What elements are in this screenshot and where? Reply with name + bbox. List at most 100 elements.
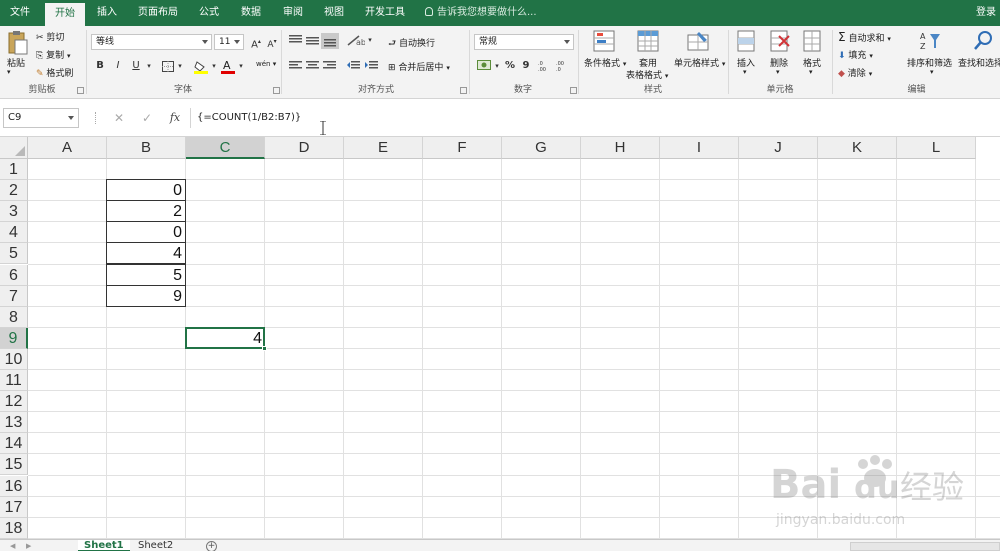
row-header-6[interactable]: 6 bbox=[0, 264, 28, 286]
orientation-dropdown-icon[interactable]: ▾ bbox=[362, 32, 378, 48]
row-header-3[interactable]: 3 bbox=[0, 201, 28, 223]
cell-b7[interactable]: 9 bbox=[106, 284, 186, 307]
column-header-g[interactable]: G bbox=[502, 137, 581, 159]
italic-button[interactable]: I bbox=[110, 58, 126, 74]
number-format-select[interactable]: 常规 bbox=[474, 34, 574, 50]
sort-dropdown-icon[interactable]: ▾ bbox=[930, 68, 934, 76]
cancel-button[interactable]: ✕ bbox=[108, 108, 130, 128]
horizontal-scrollbar[interactable] bbox=[850, 542, 1000, 551]
row-header-16[interactable]: 16 bbox=[0, 475, 28, 497]
tell-me-search[interactable]: 告诉我您想要做什么... bbox=[425, 0, 537, 26]
insert-dropdown-icon[interactable]: ▾ bbox=[743, 68, 747, 76]
phonetic-button[interactable]: wén ▾ bbox=[256, 60, 276, 68]
cell-b4[interactable]: 0 bbox=[106, 221, 186, 244]
font-launcher-icon[interactable] bbox=[273, 87, 280, 94]
tab-home[interactable]: 开始 bbox=[45, 3, 85, 26]
increase-decimal-icon[interactable]: .0.00 bbox=[538, 60, 552, 71]
percent-button[interactable]: % bbox=[502, 58, 518, 74]
formula-input[interactable]: {=COUNT(1/B2:B7)} bbox=[190, 108, 998, 128]
font-name-select[interactable]: 等线 bbox=[91, 34, 212, 50]
column-header-k[interactable]: K bbox=[818, 137, 897, 159]
conditional-format-button[interactable]: 条件格式 ▾ bbox=[584, 56, 626, 69]
fill-color-dropdown-icon[interactable]: ▾ bbox=[206, 58, 222, 74]
grow-font-button[interactable]: A▴ bbox=[248, 34, 264, 50]
column-header-c[interactable]: C bbox=[186, 137, 265, 159]
row-header-11[interactable]: 11 bbox=[0, 370, 28, 392]
magnifier-icon[interactable] bbox=[972, 30, 994, 52]
align-top-icon[interactable] bbox=[289, 35, 302, 44]
insert-cells-icon[interactable] bbox=[737, 30, 757, 52]
select-all-button[interactable] bbox=[0, 137, 28, 159]
enter-button[interactable]: ✓ bbox=[136, 108, 158, 128]
tab-developer[interactable]: 开发工具 bbox=[361, 0, 409, 26]
row-header-13[interactable]: 13 bbox=[0, 412, 28, 434]
decrease-decimal-icon[interactable]: .00.0 bbox=[556, 60, 570, 71]
row-header-12[interactable]: 12 bbox=[0, 391, 28, 413]
sort-filter-icon[interactable]: AZ bbox=[920, 30, 942, 52]
column-header-f[interactable]: F bbox=[423, 137, 502, 159]
insert-function-button[interactable]: fx bbox=[164, 108, 186, 128]
tab-file[interactable]: 文件 bbox=[6, 0, 34, 26]
increase-indent-icon[interactable] bbox=[365, 61, 378, 70]
column-header-i[interactable]: I bbox=[660, 137, 739, 159]
cell-b6[interactable]: 5 bbox=[106, 263, 186, 286]
merge-center-button[interactable]: ⊞ 合并后居中 ▾ bbox=[388, 60, 450, 73]
align-center-icon[interactable] bbox=[306, 61, 319, 70]
decrease-indent-icon[interactable] bbox=[347, 61, 360, 70]
align-middle-icon[interactable] bbox=[306, 37, 319, 46]
row-header-2[interactable]: 2 bbox=[0, 180, 28, 202]
tab-view[interactable]: 视图 bbox=[320, 0, 348, 26]
format-table-button[interactable]: 表格格式 ▾ bbox=[626, 68, 668, 81]
underline-dropdown-icon[interactable]: ▾ bbox=[141, 58, 157, 74]
cell-b5[interactable]: 4 bbox=[106, 242, 186, 265]
cut-button[interactable]: ✂ 剪切 bbox=[36, 30, 64, 43]
format-dropdown-icon[interactable]: ▾ bbox=[809, 68, 813, 76]
column-header-e[interactable]: E bbox=[344, 137, 423, 159]
comma-button[interactable]: 9 bbox=[518, 58, 534, 74]
add-sheet-icon[interactable]: + bbox=[206, 541, 217, 551]
alignment-launcher-icon[interactable] bbox=[460, 87, 467, 94]
number-launcher-icon[interactable] bbox=[570, 87, 577, 94]
delete-cells-icon[interactable] bbox=[770, 30, 790, 52]
tab-page-layout[interactable]: 页面布局 bbox=[135, 0, 181, 26]
tab-data[interactable]: 数据 bbox=[237, 0, 265, 26]
conditional-format-icon[interactable] bbox=[593, 30, 615, 52]
row-header-9[interactable]: 9 bbox=[0, 327, 28, 349]
align-right-icon[interactable] bbox=[323, 61, 336, 70]
row-header-8[interactable]: 8 bbox=[0, 306, 28, 328]
copy-button[interactable]: ⎘ 复制 ▾ bbox=[36, 48, 70, 61]
column-header-a[interactable]: A bbox=[28, 137, 107, 159]
align-bottom-icon[interactable] bbox=[321, 33, 339, 49]
column-header-j[interactable]: J bbox=[739, 137, 818, 159]
column-header-h[interactable]: H bbox=[581, 137, 660, 159]
align-left-icon[interactable] bbox=[289, 61, 302, 70]
splitter-handle[interactable] bbox=[95, 112, 98, 124]
cell-styles-icon[interactable] bbox=[687, 30, 709, 52]
column-header-l[interactable]: L bbox=[897, 137, 976, 159]
fill-button[interactable]: ⬇ 填充 ▾ bbox=[838, 48, 873, 61]
row-header-5[interactable]: 5 bbox=[0, 243, 28, 265]
wrap-text-button[interactable]: ⮐ 自动换行 bbox=[388, 36, 435, 52]
cell-b2[interactable]: 0 bbox=[106, 179, 186, 202]
column-header-d[interactable]: D bbox=[265, 137, 344, 159]
row-header-15[interactable]: 15 bbox=[0, 454, 28, 476]
cell-styles-button[interactable]: 单元格样式 ▾ bbox=[674, 56, 725, 69]
tab-insert[interactable]: 插入 bbox=[93, 0, 121, 26]
tab-review[interactable]: 审阅 bbox=[279, 0, 307, 26]
scroll-sheets-right-icon[interactable]: ▶ bbox=[20, 540, 37, 551]
delete-dropdown-icon[interactable]: ▾ bbox=[776, 68, 780, 76]
fill-handle[interactable] bbox=[262, 345, 267, 351]
login-button[interactable]: 登录 bbox=[976, 0, 996, 26]
borders-dropdown-icon[interactable]: ▾ bbox=[172, 58, 188, 74]
find-select-button[interactable]: 查找和选择 bbox=[958, 56, 1000, 69]
shrink-font-button[interactable]: A▾ bbox=[264, 34, 280, 50]
row-header-7[interactable]: 7 bbox=[0, 285, 28, 307]
format-painter-button[interactable]: ✎ 格式刷 bbox=[36, 66, 73, 79]
row-header-14[interactable]: 14 bbox=[0, 433, 28, 455]
row-header-1[interactable]: 1 bbox=[0, 159, 28, 181]
font-size-select[interactable]: 11 bbox=[214, 34, 244, 50]
row-header-10[interactable]: 10 bbox=[0, 348, 28, 370]
paste-dropdown-icon[interactable]: ▾ bbox=[7, 68, 11, 76]
sheet-tab-sheet1[interactable]: Sheet1 bbox=[78, 540, 130, 551]
row-header-4[interactable]: 4 bbox=[0, 222, 28, 244]
